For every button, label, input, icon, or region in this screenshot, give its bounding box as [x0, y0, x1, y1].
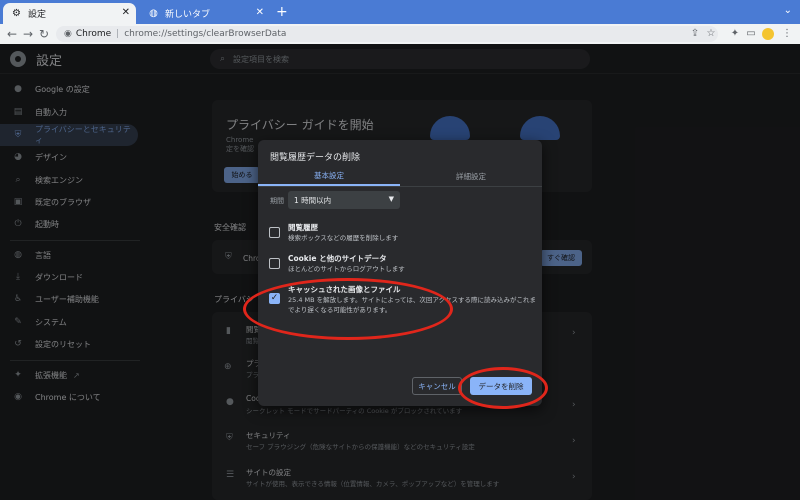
- option-title: Cookie と他のサイトデータ: [288, 254, 387, 263]
- browser-toolbar: ← → ↻ ◉ Chrome | chrome://settings/clear…: [0, 24, 800, 44]
- chrome-icon: ◉: [64, 29, 72, 39]
- time-range-label: 期間: [270, 197, 284, 205]
- checkbox-browsing-history[interactable]: [269, 227, 280, 238]
- chevron-down-icon[interactable]: ⌄: [784, 5, 792, 16]
- option-title: 閲覧履歴: [288, 223, 318, 232]
- time-range-value: 1 時間以内: [294, 195, 332, 205]
- tab-title: 新しいタブ: [165, 10, 211, 20]
- menu-icon[interactable]: ⋮: [780, 27, 794, 41]
- time-range-select[interactable]: 1 時間以内 ▼: [288, 191, 400, 209]
- annotation-circle-cached: [243, 278, 453, 340]
- reload-button[interactable]: ↻: [36, 26, 52, 42]
- tab-basic[interactable]: 基本設定: [258, 166, 400, 186]
- tab-title: 設定: [28, 10, 47, 20]
- forward-button[interactable]: →: [20, 26, 36, 42]
- option-browsing-history[interactable]: 閲覧履歴 検索ボックスなどの履歴を削除します: [266, 222, 536, 250]
- address-url: chrome://settings/clearBrowserData: [124, 29, 287, 39]
- close-icon[interactable]: ✕: [256, 7, 264, 18]
- globe-icon: ◍: [149, 8, 158, 19]
- tab-settings[interactable]: ⚙ 設定 ✕: [3, 3, 136, 24]
- address-bar[interactable]: ◉ Chrome | chrome://settings/clearBrowse…: [56, 26, 718, 42]
- option-cookies[interactable]: Cookie と他のサイトデータ ほとんどのサイトからログアウトします: [266, 253, 536, 281]
- annotation-circle-delete: [458, 367, 548, 409]
- checkbox-cookies[interactable]: [269, 258, 280, 269]
- caret-down-icon: ▼: [388, 195, 394, 203]
- sidepanel-icon[interactable]: ▭: [744, 27, 758, 41]
- option-desc: 検索ボックスなどの履歴を削除します: [288, 234, 399, 242]
- gear-icon: ⚙: [12, 8, 21, 19]
- avatar[interactable]: [762, 28, 774, 40]
- close-icon[interactable]: ✕: [122, 7, 130, 18]
- address-site: Chrome: [75, 29, 112, 39]
- puzzle-icon[interactable]: ✦: [728, 27, 742, 41]
- cancel-button[interactable]: キャンセル: [412, 377, 462, 395]
- tab-strip: ⚙ 設定 ✕ ◍ 新しいタブ ✕ + ⌄: [0, 0, 800, 24]
- address-separator: |: [116, 29, 120, 39]
- new-tab-button[interactable]: +: [276, 5, 288, 19]
- tab-advanced[interactable]: 詳細設定: [400, 166, 542, 186]
- back-button[interactable]: ←: [4, 26, 20, 42]
- dialog-title: 閲覧履歴データの削除: [270, 153, 361, 163]
- tab-new-tab[interactable]: ◍ 新しいタブ ✕: [140, 3, 270, 24]
- tab-divider: [258, 186, 542, 187]
- star-icon[interactable]: ☆: [704, 27, 718, 41]
- option-desc: ほとんどのサイトからログアウトします: [288, 265, 405, 273]
- share-icon[interactable]: ⇪: [688, 27, 702, 41]
